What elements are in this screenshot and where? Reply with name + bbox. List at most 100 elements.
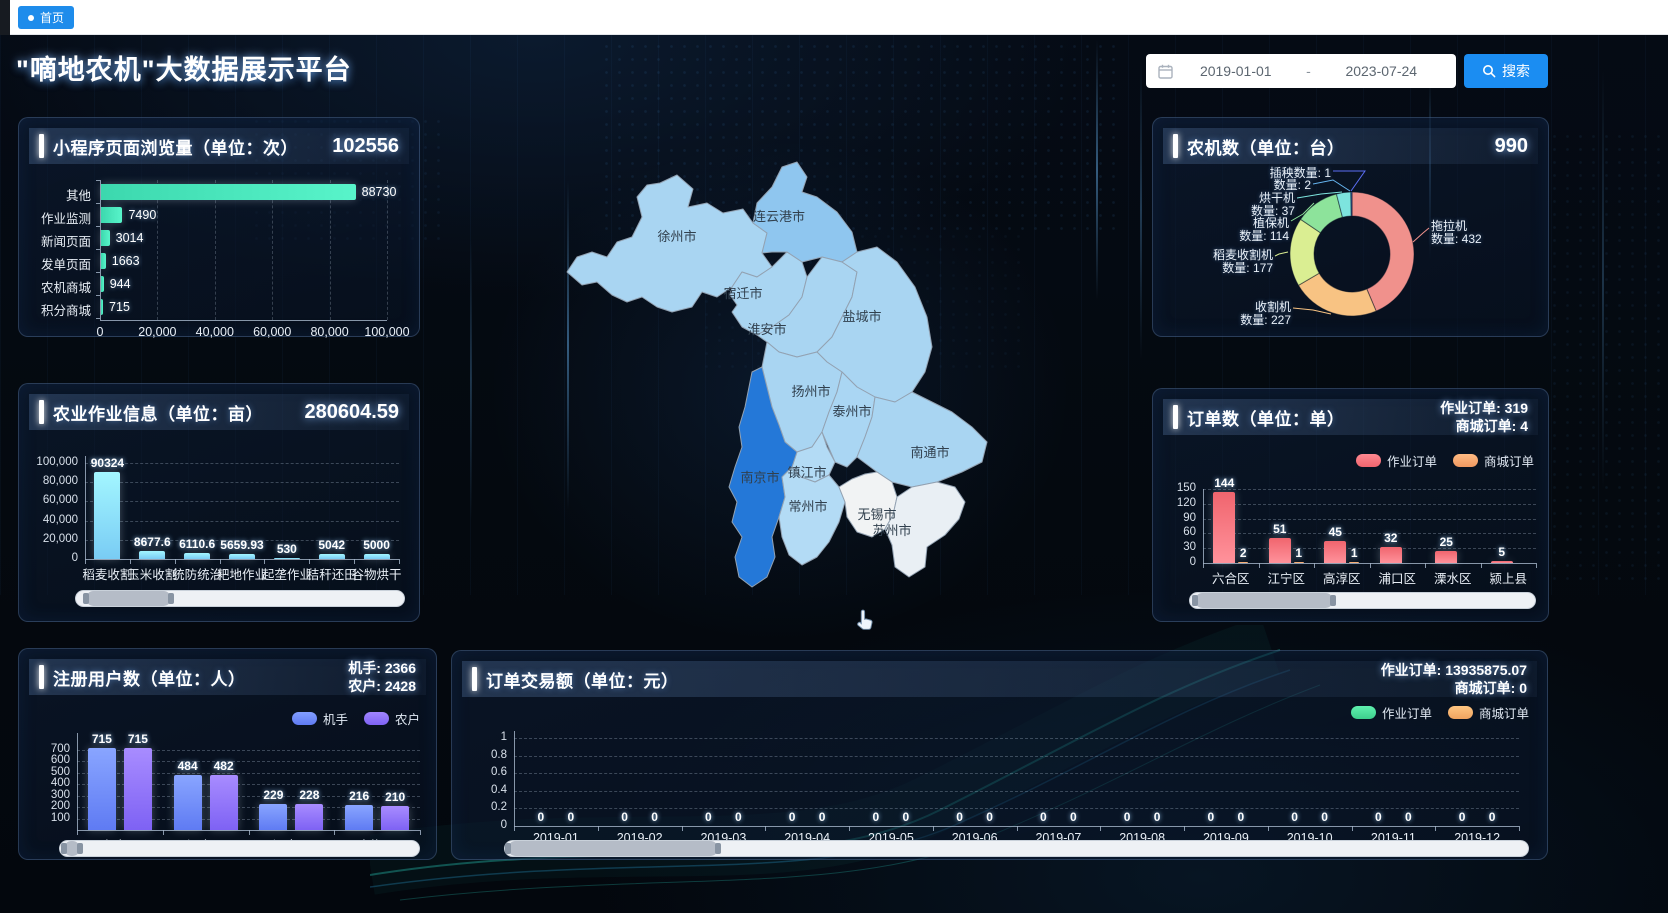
transactions-datazoom-slider[interactable] [504,840,1529,857]
users-datazoom-slider[interactable] [59,840,420,857]
panel-orders-title: 订单数（单位：单） [1187,405,1345,430]
map-region-changzhou[interactable] [779,467,845,565]
users-bar-chart[interactable]: 1002003004005006007007154842292167154822… [29,729,428,853]
y-tick-label: 0.8 [464,749,507,761]
datazoom-handle-left[interactable] [505,843,511,854]
light-pillar-decoration [1602,70,1604,490]
value-bar[interactable] [139,551,165,559]
header-accent-bar [472,667,477,691]
datazoom-window[interactable] [1195,593,1333,608]
light-pillar-decoration [1096,40,1098,300]
panel-users: 注册用户数（单位：人） 机手: 2366 农户: 2428 机手 农户 1002… [18,648,437,860]
farm-work-datazoom-slider[interactable] [75,590,405,607]
jiangsu-province-map: 徐州市 连云港市 宿迁市 淮安市 盐城市 扬州市 泰州市 南通市 镇江市 南京市… [555,155,1025,615]
page-view-bar[interactable] [101,230,110,246]
农户-bar[interactable] [124,748,152,830]
grid-line [85,482,399,483]
panel-transactions-title: 订单交易额（单位：元） [486,667,679,692]
grid-line [514,791,1519,792]
browser-topbar: 首页 [0,0,1668,35]
value-bar[interactable] [94,472,120,559]
orders-bar-chart[interactable]: 0306090120150144514532255211六合区江宁区高淳区浦口区… [1161,479,1542,591]
农户-bar[interactable] [210,775,238,830]
value-label: 944 [110,277,131,291]
panel-page-views-total: 102556 [332,135,399,158]
作业订单-bar[interactable] [1491,561,1513,563]
dot-grid-decoration [1548,130,1660,590]
search-button[interactable]: 搜索 [1464,54,1548,88]
transactions-bar-chart[interactable]: 00.20.40.60.8100000000000000000000000020… [464,711,1537,845]
page-view-bar[interactable] [101,207,122,223]
legend-item-drivers[interactable]: 机手 [292,709,348,728]
pie-leader-line [1275,252,1288,256]
y-axis-tick [96,272,100,273]
category-label: 其他 [29,185,91,204]
y-tick-label: 0.6 [464,766,507,778]
value-label: 715 [104,732,172,746]
商城订单-bar[interactable] [1294,562,1304,563]
value-label: 1 [1320,546,1388,560]
机手-bar[interactable] [259,804,287,830]
page-view-bar[interactable] [101,276,104,292]
orders-datazoom-slider[interactable] [1189,592,1536,609]
value-bar[interactable] [319,554,345,559]
datazoom-handle-left[interactable] [61,843,67,854]
datazoom-handle-left[interactable] [1192,595,1198,606]
datazoom-handle-right[interactable] [1330,595,1336,606]
机手-bar[interactable] [174,775,202,830]
商城订单-bar[interactable] [1238,562,1248,563]
x-axis-line [85,559,399,560]
light-pillar-decoration [470,240,472,520]
datazoom-window[interactable] [508,841,718,856]
value-bar[interactable] [184,553,210,559]
page-view-bar[interactable] [101,253,106,269]
pie-leader-line [1313,180,1350,191]
date-start-input[interactable]: 2019-01-01 [1173,63,1299,79]
y-axis-tick [96,295,100,296]
farm-work-bar-chart[interactable]: 020,00040,00060,00080,000100,00090324867… [29,432,411,584]
grid-line [330,180,331,320]
作业订单-bar[interactable] [1435,551,1457,563]
value-label: 0 [1374,810,1442,824]
legend-item-mall-orders[interactable]: 商城订单 [1453,451,1534,470]
grid-line [85,501,399,502]
value-label: 88730 [362,185,397,199]
datazoom-window[interactable] [64,841,80,856]
y-tick-label: 500 [29,766,70,778]
date-range-picker[interactable]: 2019-01-01 - 2023-07-24 [1146,54,1456,88]
机手-bar[interactable] [88,748,116,830]
legend-item-work-orders[interactable]: 作业订单 [1356,451,1437,470]
农户-bar[interactable] [381,806,409,830]
legend-item-farmers[interactable]: 农户 [364,709,420,728]
page-view-bar[interactable] [101,184,356,200]
legend-label: 商城订单 [1484,451,1534,470]
page-view-bar[interactable] [101,299,103,315]
value-bar[interactable] [364,554,390,559]
商城订单-bar[interactable] [1349,562,1359,563]
datazoom-handle-right[interactable] [77,843,83,854]
value-bar[interactable] [274,558,300,559]
农户-bar[interactable] [295,804,323,830]
datazoom-handle-left[interactable] [83,593,89,604]
date-end-input[interactable]: 2023-07-24 [1319,63,1445,79]
category-label: 新闻页面 [29,231,91,250]
panel-orders-stats: 作业订单: 319 商城订单: 4 [1440,399,1528,435]
x-axis-line [100,320,387,321]
datazoom-window[interactable] [86,591,171,606]
y-tick-label: 400 [29,777,70,789]
value-label: 90324 [73,456,141,470]
grid-line [514,738,1519,739]
y-tick-label: 90 [1161,512,1196,524]
datazoom-handle-right[interactable] [168,593,174,604]
y-tick-label: 700 [29,743,70,755]
value-label: 0 [704,810,772,824]
y-axis-tick [96,318,100,319]
datazoom-handle-right[interactable] [715,843,721,854]
tab-home[interactable]: 首页 [18,6,74,29]
机手-bar[interactable] [345,805,373,830]
y-tick-label: 600 [29,754,70,766]
page-views-bar-chart[interactable]: 020,00040,00060,00080,000100,00088730其他7… [29,178,411,336]
value-label: 0 [956,810,1024,824]
map-label-lianyungang: 连云港市 [753,209,805,224]
value-bar[interactable] [229,554,255,559]
